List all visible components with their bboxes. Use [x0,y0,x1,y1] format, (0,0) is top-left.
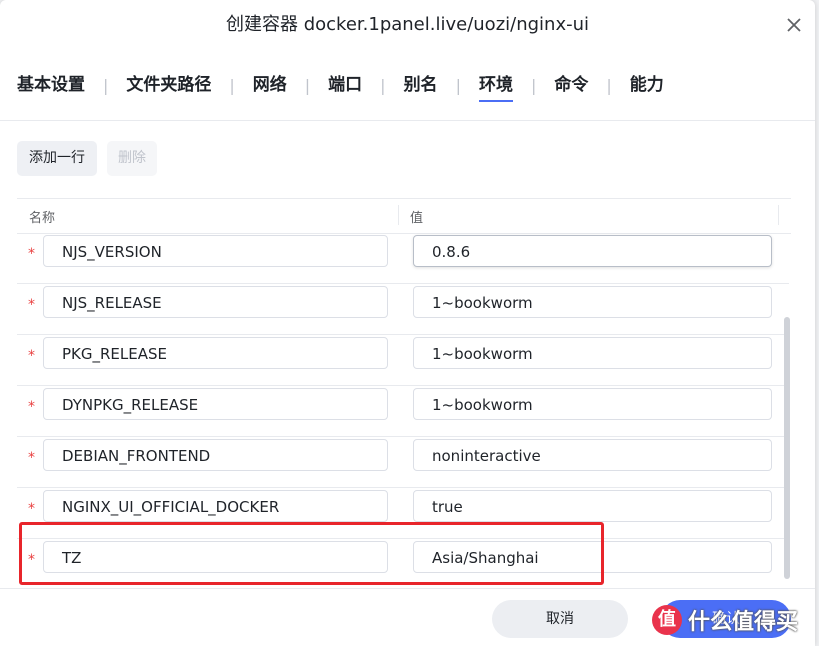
table-row: * PKG_RELEASE 1~bookworm [17,334,789,386]
watermark-text: 什么值得买 [688,610,799,635]
env-name-input[interactable]: NGINX_UI_OFFICIAL_DOCKER [43,490,388,522]
required-marker: * [28,348,35,364]
env-name-input[interactable]: NJS_VERSION [43,235,388,267]
column-header-value: 值 [410,211,424,226]
env-value-input[interactable]: 1~bookworm [413,337,772,369]
tab-network[interactable]: 网络 [253,72,287,98]
tab-separator: | [606,75,612,95]
tab-separator: | [530,75,537,95]
tab-basic-settings[interactable]: 基本设置 [17,72,85,98]
tab-alias[interactable]: 别名 [404,72,438,98]
column-divider [778,205,779,225]
add-row-button[interactable]: 添加一行 [17,141,97,176]
env-name-input[interactable]: DEBIAN_FRONTEND [43,439,388,471]
env-value-input[interactable]: 1~bookworm [413,286,772,318]
watermark-logo-icon: 值 [652,605,682,635]
table-header: 名称 值 [17,198,791,234]
required-marker: * [28,501,35,517]
required-marker: * [28,246,35,262]
tab-bar: 基本设置 | 文件夹路径 | 网络 | 端口 | 别名 | 环境 | 命令 | … [17,70,664,102]
close-icon[interactable] [785,16,803,34]
table-row: * NJS_RELEASE 1~bookworm [17,283,789,335]
footer-divider [0,588,815,589]
env-value-input[interactable]: true [413,490,772,522]
tab-separator: | [229,75,235,95]
env-name-input[interactable]: PKG_RELEASE [43,337,388,369]
tab-separator: | [455,75,461,95]
header-divider [0,120,815,121]
table-scrollbar[interactable] [784,317,790,579]
dialog-title: 创建容器 docker.1panel.live/uozi/nginx-ui [225,14,590,35]
tab-folder-paths[interactable]: 文件夹路径 [126,72,211,98]
table-row: * DEBIAN_FRONTEND noninteractive [17,436,789,488]
env-name-input[interactable]: NJS_RELEASE [43,286,388,318]
tab-command[interactable]: 命令 [554,72,588,98]
tab-separator: | [304,75,311,95]
required-marker: * [28,450,35,466]
env-value-input[interactable]: noninteractive [413,439,772,471]
tab-ports[interactable]: 端口 [328,72,362,98]
tab-capabilities[interactable]: 能力 [630,72,664,98]
delete-button[interactable]: 删除 [107,141,157,176]
env-name-input[interactable]: DYNPKG_RELEASE [43,388,388,420]
table-row: * NJS_VERSION 0.8.6 [17,232,789,284]
required-marker: * [28,399,35,415]
watermark: 值 什么值得买 [652,600,815,640]
tab-separator: | [103,75,109,95]
table-row: * DYNPKG_RELEASE 1~bookworm [17,385,789,437]
column-header-name: 名称 [29,211,56,226]
cancel-button[interactable]: 取消 [492,600,628,638]
create-container-dialog: 创建容器 docker.1panel.live/uozi/nginx-ui 基本… [0,0,815,646]
tab-separator: | [380,75,386,95]
env-value-input[interactable]: 0.8.6 [413,235,772,267]
column-divider [398,205,399,225]
annotation-highlight-box [19,522,604,585]
env-value-input[interactable]: 1~bookworm [413,388,772,420]
tab-environment[interactable]: 环境 [478,72,513,102]
required-marker: * [28,297,35,313]
